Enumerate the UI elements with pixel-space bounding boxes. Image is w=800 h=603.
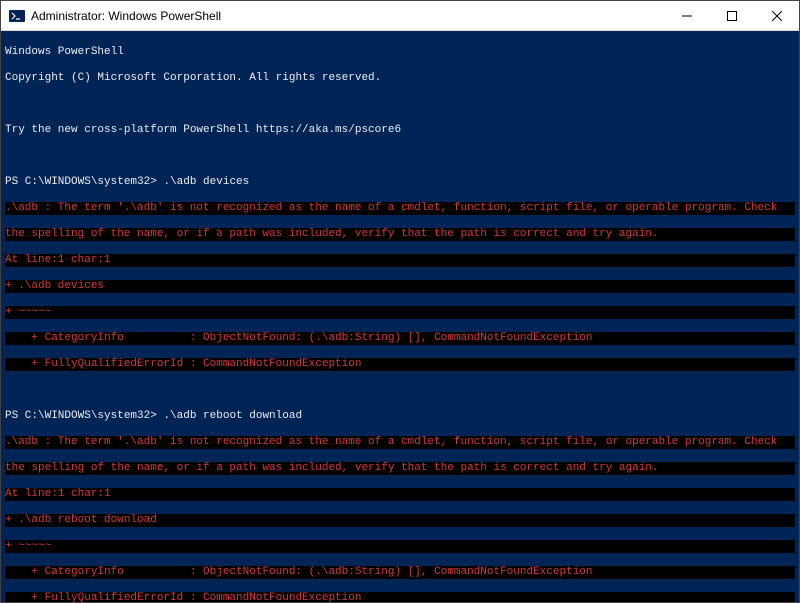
error-line: + FullyQualifiedErrorId : CommandNotFoun… <box>5 358 795 371</box>
error-line: the spelling of the name, or if a path w… <box>5 228 795 241</box>
prompt-line: PS C:\WINDOWS\system32> .\adb devices <box>5 176 795 189</box>
error-line: + CategoryInfo : ObjectNotFound: (.\adb:… <box>5 566 795 579</box>
error-line: + CategoryInfo : ObjectNotFound: (.\adb:… <box>5 332 795 345</box>
blank-line <box>5 150 795 163</box>
powershell-icon <box>9 8 25 24</box>
maximize-button[interactable] <box>709 1 754 31</box>
close-icon <box>772 11 782 21</box>
maximize-icon <box>727 11 737 21</box>
blank-line <box>5 384 795 397</box>
error-line: + FullyQualifiedErrorId : CommandNotFoun… <box>5 592 795 602</box>
window-controls <box>664 1 799 31</box>
error-line: At line:1 char:1 <box>5 254 795 267</box>
header-line: Copyright (C) Microsoft Corporation. All… <box>5 72 795 85</box>
close-button[interactable] <box>754 1 799 31</box>
error-line: .\adb : The term '.\adb' is not recogniz… <box>5 436 795 449</box>
error-line: + ~~~~~ <box>5 306 795 319</box>
error-line: + .\adb devices <box>5 280 795 293</box>
error-line: + ~~~~~ <box>5 540 795 553</box>
error-line: .\adb : The term '.\adb' is not recogniz… <box>5 202 795 215</box>
header-line: Try the new cross-platform PowerShell ht… <box>5 124 795 137</box>
header-line: Windows PowerShell <box>5 46 795 59</box>
blank-line <box>5 98 795 111</box>
error-line: + .\adb reboot download <box>5 514 795 527</box>
minimize-icon <box>682 11 692 21</box>
minimize-button[interactable] <box>664 1 709 31</box>
titlebar[interactable]: Administrator: Windows PowerShell <box>1 1 799 31</box>
terminal-content[interactable]: Windows PowerShell Copyright (C) Microso… <box>1 31 799 602</box>
powershell-window: Administrator: Windows PowerShell Window… <box>0 0 800 603</box>
window-title: Administrator: Windows PowerShell <box>31 9 664 23</box>
error-line: At line:1 char:1 <box>5 488 795 501</box>
error-line: the spelling of the name, or if a path w… <box>5 462 795 475</box>
prompt-line: PS C:\WINDOWS\system32> .\adb reboot dow… <box>5 410 795 423</box>
